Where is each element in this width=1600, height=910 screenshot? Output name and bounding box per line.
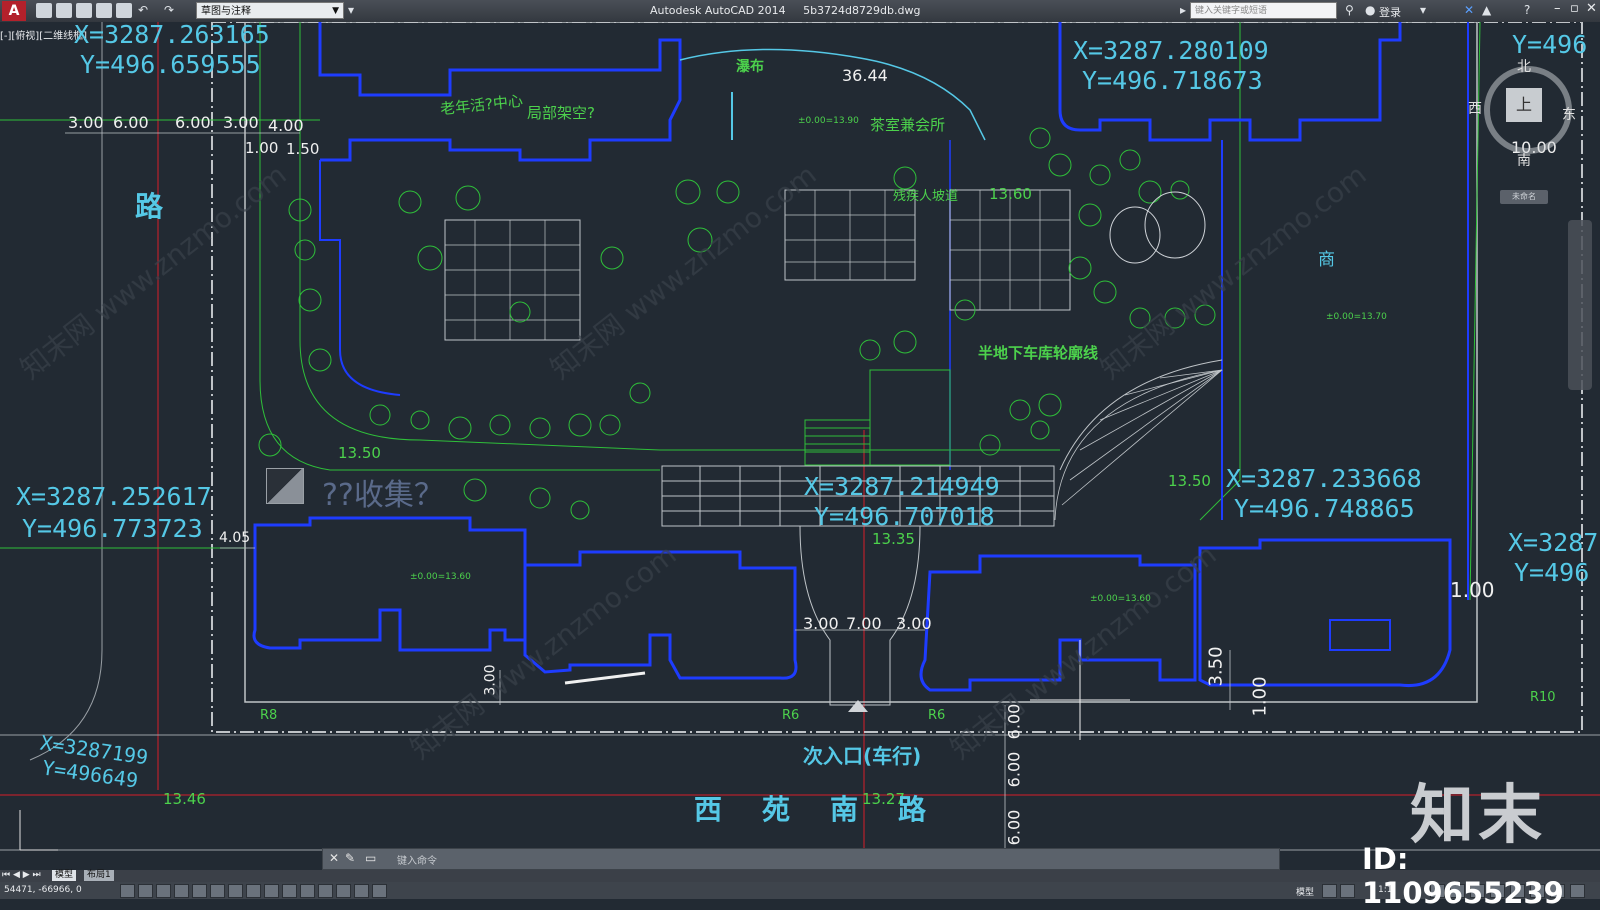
close-icon[interactable]: ✕ [1586,1,1597,16]
search-input[interactable]: 键入关键字或短语 [1190,2,1337,19]
app-name: Autodesk AutoCAD 2014 [650,4,786,17]
workspace-select[interactable]: 草图与注释 ▼ [196,2,344,19]
maximize-icon[interactable]: ▫ [1570,1,1579,16]
wrench-icon[interactable]: ✎ [345,851,355,865]
osnap-icon[interactable] [210,884,225,898]
quick-properties-icon[interactable] [336,884,351,898]
tab-layout1[interactable]: 布局1 [84,870,114,881]
close-icon[interactable]: ✕ [329,851,339,865]
open-file-icon[interactable] [56,3,72,18]
layout-tabs: ⏮ ◀ ▶ ⏭ 模型 布局1 [0,870,1600,882]
new-file-icon[interactable] [36,3,52,18]
help-icon[interactable]: ? [1524,3,1530,17]
ortho-icon[interactable] [174,884,189,898]
hatch-icon [266,468,304,504]
tab-nav-arrows[interactable]: ⏮ ◀ ▶ ⏭ [2,870,41,880]
transparency-icon[interactable] [318,884,333,898]
quick-view-drawings-icon[interactable] [1340,884,1355,898]
window-title: Autodesk AutoCAD 2014 5b3724d8729db.dwg [650,4,920,17]
navigation-bar[interactable] [1568,220,1592,390]
expand-search-icon[interactable]: ▸ [1180,3,1186,17]
a360-icon[interactable]: ▲ [1482,3,1491,17]
cursor-coordinates: 54471, -66966, 0 [4,885,82,895]
status-bar: 54471, -66966, 0 模型 1:1 [0,882,1600,899]
exchange-icon[interactable]: ✕ [1464,3,1474,17]
viewcube-top-face[interactable]: 上 [1506,88,1542,122]
grid-icon[interactable] [156,884,171,898]
user-icon[interactable]: ● [1365,3,1375,17]
chevron-down-icon: ▼ [332,6,339,16]
infer-constraints-icon[interactable] [120,884,135,898]
wcs-menu[interactable]: 未命名 [1500,190,1548,204]
redo-icon[interactable]: ↷ [164,3,180,18]
model-space-label[interactable]: 模型 [1296,885,1314,898]
autocad-logo-button[interactable]: A [2,1,26,21]
minimize-icon[interactable]: – [1554,1,1561,16]
login-link[interactable]: 登录 [1379,4,1401,20]
viewcube-south[interactable]: 南 [1517,150,1531,170]
title-bar: A ↶ ↷ 草图与注释 ▼ ▾ Autodesk AutoCAD 2014 5b… [0,0,1600,23]
save-icon[interactable] [76,3,92,18]
binoculars-icon[interactable]: ⚲ [1345,3,1354,17]
dropdown-icon[interactable]: ▾ [1420,3,1426,17]
drawing-canvas[interactable]: 知末网 www.znzmo.com 知末网 www.znzmo.com 知末网 … [0,22,1600,868]
snap-icon[interactable] [138,884,153,898]
selection-cycling-icon[interactable] [354,884,369,898]
otrack-icon[interactable] [246,884,261,898]
save-as-icon[interactable] [96,3,112,18]
undo-icon[interactable]: ↶ [138,3,154,18]
command-prompt-icon: ▭ [365,851,377,865]
tab-model[interactable]: 模型 [52,870,77,881]
file-name: 5b3724d8729db.dwg [803,4,921,17]
3d-osnap-icon[interactable] [228,884,243,898]
viewcube-east[interactable]: 东 [1562,104,1576,124]
command-line[interactable]: ✕ ✎ ▭ 键入命令 [322,848,1280,870]
print-icon[interactable] [116,3,132,18]
viewcube-west[interactable]: 西 [1468,98,1482,118]
viewcube[interactable]: 上 北 南 东 西 [1466,56,1576,169]
workspace-label: 草图与注释 [201,6,251,17]
annotation-monitor-icon[interactable] [372,884,387,898]
viewcube-north[interactable]: 北 [1517,56,1531,76]
polar-icon[interactable] [192,884,207,898]
quick-view-layouts-icon[interactable] [1322,884,1337,898]
watermark-id: ID: 1109655239 [1362,842,1564,910]
ducs-icon[interactable] [264,884,279,898]
command-input[interactable]: 键入命令 [397,852,437,867]
lineweight-icon[interactable] [300,884,315,898]
customize-toolbar-icon[interactable]: ▾ [348,3,354,17]
dyn-icon[interactable] [282,884,297,898]
